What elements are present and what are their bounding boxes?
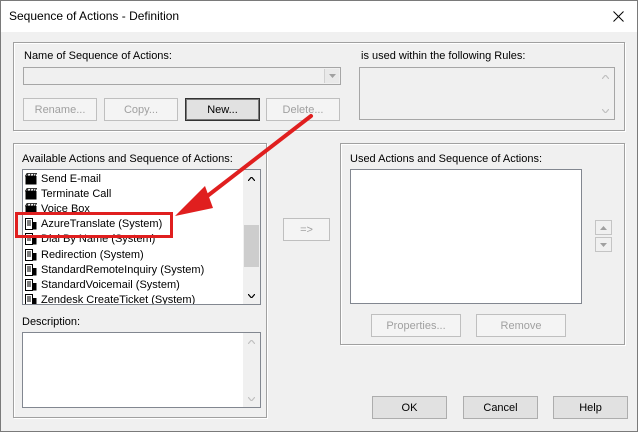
window-title: Sequence of Actions - Definition xyxy=(9,9,180,23)
scroll-up-button[interactable] xyxy=(243,333,260,350)
help-button[interactable]: Help xyxy=(553,396,628,419)
scroll-thumb[interactable] xyxy=(244,225,259,267)
sequence-name-label: Name of Sequence of Actions: xyxy=(24,50,172,62)
move-up-button[interactable] xyxy=(595,220,612,235)
combo-dropdown-button[interactable] xyxy=(324,69,339,83)
chevron-up-icon xyxy=(248,339,255,344)
chevron-down-icon xyxy=(602,108,609,113)
dialog-client-area: Name of Sequence of Actions: Rename... C… xyxy=(1,32,637,431)
annotation-highlight-box xyxy=(15,212,173,238)
used-label: Used Actions and Sequence of Actions: xyxy=(350,153,543,165)
remove-button[interactable]: Remove xyxy=(476,314,566,337)
list-item-label: Zendesk CreateTicket (System) xyxy=(41,294,196,305)
scroll-down-button[interactable] xyxy=(597,102,614,119)
sequence-name-combo[interactable] xyxy=(23,67,341,85)
sequence-icon xyxy=(25,248,37,261)
description-scrollbar[interactable] xyxy=(243,333,260,407)
list-item-label: StandardRemoteInquiry (System) xyxy=(41,263,205,276)
scroll-down-button[interactable] xyxy=(243,287,260,304)
list-item[interactable]: Zendesk CreateTicket (System) xyxy=(25,293,253,305)
list-item[interactable]: StandardRemoteInquiry (System) xyxy=(25,262,253,277)
rules-listbox[interactable] xyxy=(359,67,615,120)
ok-button[interactable]: OK xyxy=(372,396,447,419)
cancel-button[interactable]: Cancel xyxy=(463,396,538,419)
triangle-up-icon xyxy=(600,225,607,230)
close-icon xyxy=(612,10,624,22)
used-listbox[interactable] xyxy=(350,169,582,304)
move-down-button[interactable] xyxy=(595,237,612,252)
sequence-icon xyxy=(25,263,37,276)
chevron-up-icon xyxy=(602,74,609,79)
close-button[interactable] xyxy=(603,3,633,29)
add-action-button[interactable]: => xyxy=(283,218,330,241)
list-item-label: Terminate Call xyxy=(41,187,112,200)
list-item[interactable]: Redirection (System) xyxy=(25,247,253,262)
properties-button[interactable]: Properties... xyxy=(371,314,461,337)
rules-scrollbar[interactable] xyxy=(597,68,614,119)
rename-button[interactable]: Rename... xyxy=(23,98,97,121)
annotation-arrow-icon xyxy=(175,114,313,216)
list-item[interactable]: StandardVoicemail (System) xyxy=(25,277,253,292)
triangle-down-icon xyxy=(600,242,607,247)
list-item-label: Send E-mail xyxy=(41,172,101,185)
sequence-icon xyxy=(25,278,37,291)
title-bar: Sequence of Actions - Definition xyxy=(1,1,637,32)
scroll-down-button[interactable] xyxy=(243,390,260,407)
action-icon xyxy=(24,172,38,185)
rules-label: is used within the following Rules: xyxy=(361,50,526,62)
chevron-down-icon xyxy=(248,396,255,401)
action-icon xyxy=(24,187,38,200)
description-box[interactable] xyxy=(22,332,261,408)
scroll-up-button[interactable] xyxy=(597,68,614,85)
chevron-down-icon xyxy=(248,293,255,298)
list-item-label: Redirection (System) xyxy=(41,248,144,261)
list-item-label: StandardVoicemail (System) xyxy=(41,278,180,291)
sequence-icon xyxy=(25,294,37,304)
dialog-window: Sequence of Actions - Definition Name of… xyxy=(0,0,638,432)
chevron-down-icon xyxy=(328,74,336,78)
description-label: Description: xyxy=(22,316,81,328)
